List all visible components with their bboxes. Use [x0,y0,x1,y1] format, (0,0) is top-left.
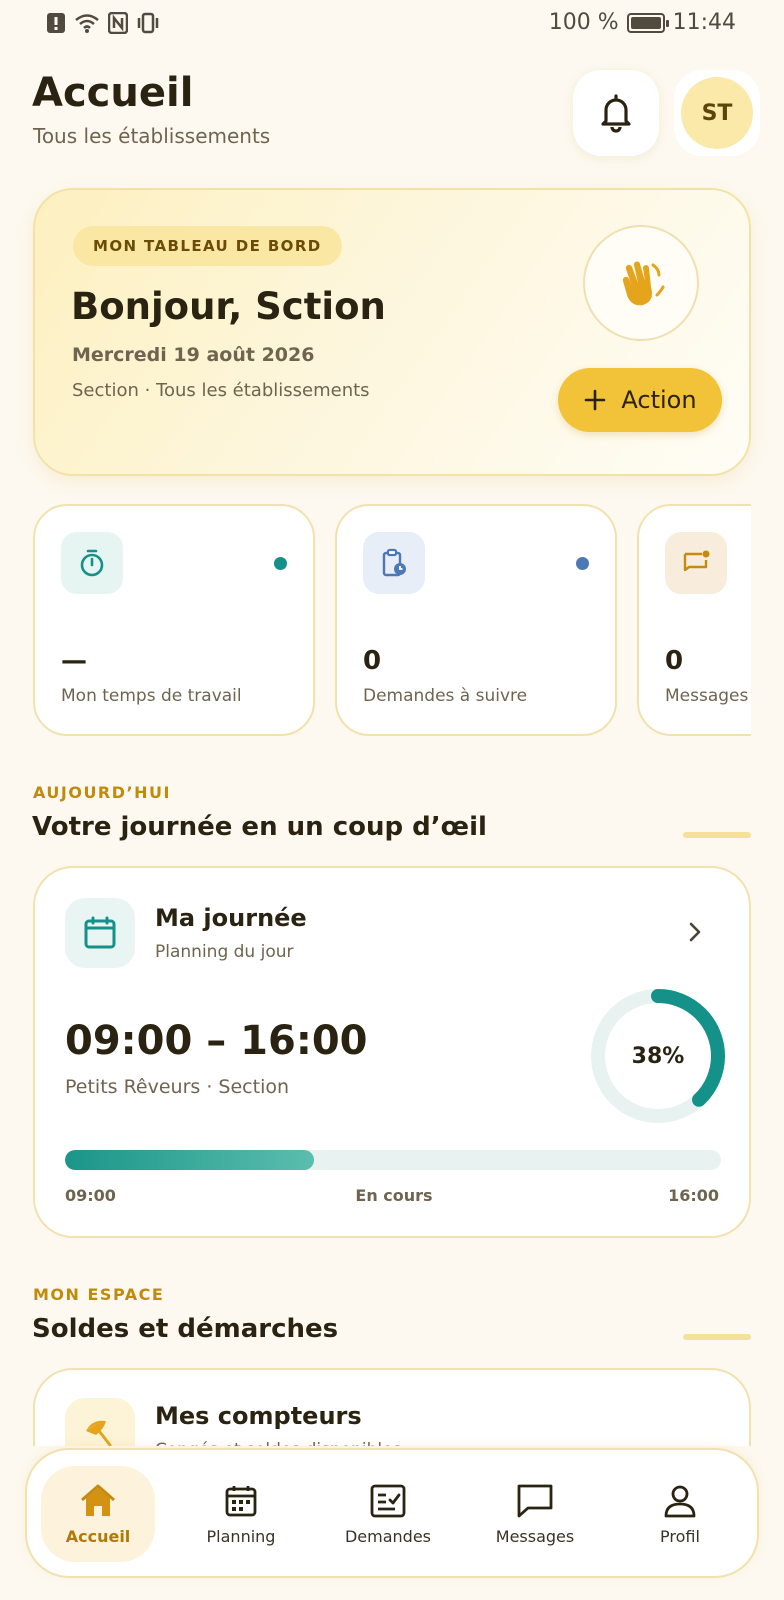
home-icon [81,1484,115,1516]
status-dot [274,557,287,570]
progress-percent: 38% [631,1043,685,1069]
stat-value: 0 [363,646,382,676]
dashboard-badge: MON TABLEAU DE BORD [73,226,342,266]
nav-item-accueil[interactable]: Accueil [41,1466,155,1562]
bottom-navigation: Accueil Planning Demandes Messages Profi… [25,1448,759,1578]
nav-item-planning[interactable]: Planning [184,1466,298,1562]
nfc-icon [108,12,128,34]
checklist-icon [370,1484,406,1517]
vibrate-icon [137,12,159,34]
section-divider [683,832,751,838]
person-icon [664,1485,696,1517]
nav-item-demandes[interactable]: Demandes [331,1466,445,1562]
action-button[interactable]: Action [558,368,722,432]
today-title: Votre journée en un coup d’œil [32,812,487,842]
notifications-button[interactable] [573,70,659,156]
plus-icon [585,389,606,411]
bell-icon [601,94,631,133]
progress-bar-fill [65,1150,315,1170]
nav-label: Demandes [344,1526,432,1546]
status-bar: 100 % 11:44 [0,0,784,50]
shift-time-range: 09:00 – 16:00 [65,1018,368,1064]
clipboard-clock-icon [363,532,425,594]
calendar-icon [225,1485,257,1516]
stat-card-messages[interactable]: 0 Messages [637,504,751,736]
waving-hand-icon [622,261,665,306]
current-date: Mercredi 19 août 2026 [72,344,315,366]
stat-label: Mon temps de travail [61,686,242,706]
message-badge-icon [665,532,727,594]
chevron-right-icon[interactable] [685,920,705,944]
nav-item-profil[interactable]: Profil [623,1466,737,1562]
stats-carousel[interactable]: — Mon temps de travail 0 Demandes à suiv… [33,504,751,736]
avatar: ST [681,77,753,149]
stat-label: Demandes à suivre [363,686,528,706]
my-space-title: Soldes et démarches [32,1314,339,1344]
action-label: Action [621,386,697,414]
status-dot [576,557,589,570]
wifi-icon [75,14,99,33]
shift-location: Petits Rêveurs · Section [65,1076,290,1098]
battery-icon [626,12,669,33]
nav-label: Planning [206,1526,276,1546]
section-divider [683,1334,751,1340]
status-right: 100 % 11:44 [549,10,736,35]
stat-card-work-time[interactable]: — Mon temps de travail [33,504,315,736]
nav-label: Profil [660,1526,700,1546]
hero-context: Section · Tous les établissements [72,380,370,401]
day-title: Ma journée [155,904,307,932]
calendar-icon [65,898,135,968]
nav-item-messages[interactable]: Messages [478,1466,592,1562]
shift-end: 16:00 [668,1186,719,1205]
stat-card-requests[interactable]: 0 Demandes à suivre [335,504,617,736]
chat-icon [517,1484,553,1517]
shift-status: En cours [355,1186,433,1205]
page-title: Accueil [32,70,194,116]
nav-label: Messages [495,1526,575,1546]
page-subtitle: Tous les établissements [33,124,271,148]
stat-value: — [61,646,87,676]
alert-icon [47,13,65,33]
day-subtitle: Planning du jour [155,942,294,962]
wave-badge [583,225,699,341]
progress-bar [65,1150,721,1170]
nav-label: Accueil [65,1526,131,1546]
avatar-button[interactable]: ST [674,70,760,156]
clock: 11:44 [672,10,736,35]
stat-label: Messages [665,686,749,706]
battery-text: 100 % [548,10,619,35]
today-eyebrow: AUJOURD’HUI [33,783,171,802]
day-card[interactable]: Ma journée Planning du jour 09:00 – 16:0… [33,866,751,1238]
status-icons [46,12,160,34]
greeting: Bonjour, Sction [71,285,386,328]
stat-value: 0 [665,646,684,676]
timer-icon [61,532,123,594]
my-space-eyebrow: MON ESPACE [33,1285,165,1304]
dashboard-hero-card: MON TABLEAU DE BORD Bonjour, Sction Merc… [33,188,751,476]
counters-title: Mes compteurs [155,1402,362,1430]
